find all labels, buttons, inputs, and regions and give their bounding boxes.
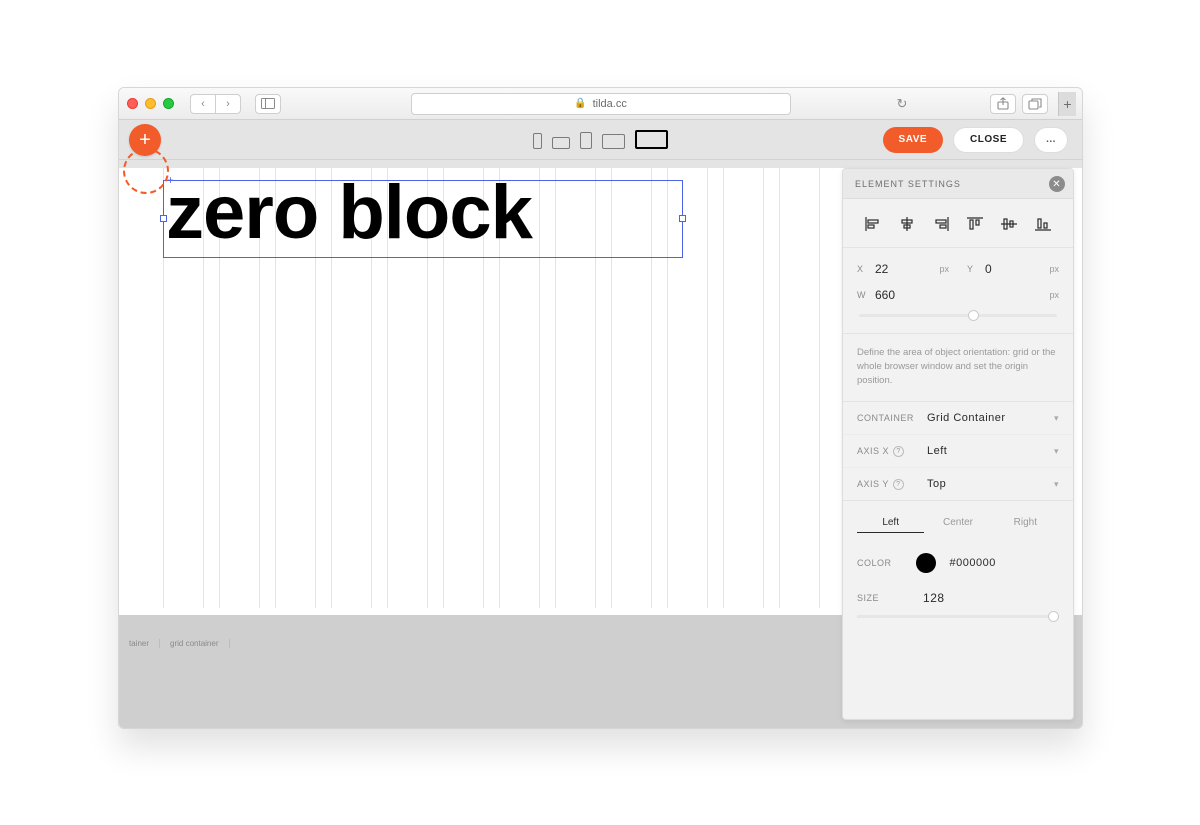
y-unit: px xyxy=(1049,264,1059,274)
x-unit: px xyxy=(939,264,949,274)
width-slider-knob[interactable] xyxy=(968,310,979,321)
new-tab-button[interactable]: + xyxy=(1058,92,1076,116)
resize-handle-left[interactable] xyxy=(160,215,167,222)
align-center-v-icon[interactable] xyxy=(999,215,1019,233)
close-button[interactable]: CLOSE xyxy=(953,127,1024,153)
x-input[interactable]: 22 xyxy=(875,262,935,276)
x-label: X xyxy=(857,264,871,274)
crosshair-icon: + xyxy=(167,173,174,187)
align-top-icon[interactable] xyxy=(965,215,985,233)
reload-button[interactable]: ↻ xyxy=(892,94,912,114)
more-button[interactable]: ... xyxy=(1034,127,1068,153)
axisx-row[interactable]: AXIS X ? Left ▾ xyxy=(843,435,1073,468)
browser-titlebar: ‹ › 🔒 tilda.cc ↻ + xyxy=(119,88,1082,120)
device-desktop-active[interactable] xyxy=(635,130,668,149)
align-center-h-icon[interactable] xyxy=(897,215,917,233)
text-content: zero block xyxy=(166,169,532,256)
w-input[interactable]: 660 xyxy=(875,288,1045,302)
y-label: Y xyxy=(967,264,981,274)
canvas[interactable]: zero block xyxy=(119,168,844,608)
share-icon[interactable] xyxy=(990,94,1016,114)
axisy-value: Top xyxy=(927,478,1054,490)
footer-label-2: grid container xyxy=(160,639,229,648)
size-slider-knob[interactable] xyxy=(1048,611,1059,622)
add-element-button[interactable]: + xyxy=(129,124,161,156)
axisx-value: Left xyxy=(927,445,1054,457)
size-value[interactable]: 128 xyxy=(923,591,945,605)
nav-forward[interactable]: › xyxy=(215,94,241,114)
size-label: SIZE xyxy=(857,593,879,603)
help-icon[interactable]: ? xyxy=(893,446,904,457)
app-toolbar: + SAVE CLOSE ... xyxy=(119,120,1082,160)
top-gray-bar xyxy=(119,160,1082,168)
color-row: COLOR #000000 xyxy=(843,545,1073,585)
window-zoom[interactable] xyxy=(163,98,174,109)
w-unit: px xyxy=(1049,290,1059,300)
tab-center[interactable]: Center xyxy=(924,513,991,533)
nav-back[interactable]: ‹ xyxy=(190,94,216,114)
traffic-lights xyxy=(127,98,174,109)
width-slider[interactable] xyxy=(859,314,1057,317)
tab-left[interactable]: Left xyxy=(857,513,924,533)
titlebar-right: + xyxy=(990,92,1076,116)
coords-section: X 22 px Y 0 px W 660 px xyxy=(843,248,1073,334)
axisx-label: AXIS X ? xyxy=(857,446,927,457)
color-swatch[interactable] xyxy=(916,553,936,573)
panel-header: ELEMENT SETTINGS ✕ xyxy=(843,169,1073,199)
url-bar[interactable]: 🔒 tilda.cc xyxy=(411,93,791,115)
browser-window: ‹ › 🔒 tilda.cc ↻ + + xyxy=(118,87,1083,729)
tab-right[interactable]: Right xyxy=(992,513,1059,533)
container-row[interactable]: CONTAINER Grid Container ▾ xyxy=(843,402,1073,435)
toolbar-actions: SAVE CLOSE ... xyxy=(883,127,1068,153)
alignment-row xyxy=(843,199,1073,248)
device-switcher xyxy=(533,130,668,149)
panel-title: ELEMENT SETTINGS xyxy=(855,179,961,189)
coord-w-row: W 660 px xyxy=(857,288,1059,302)
help-icon[interactable]: ? xyxy=(893,479,904,490)
align-tabs: Left Center Right xyxy=(843,501,1073,545)
dropdown-caret-icon: ▾ xyxy=(1054,479,1059,490)
device-laptop[interactable] xyxy=(602,134,625,149)
color-value[interactable]: #000000 xyxy=(950,557,996,569)
color-label: COLOR xyxy=(857,558,892,568)
dropdown-caret-icon: ▾ xyxy=(1054,446,1059,457)
align-bottom-icon[interactable] xyxy=(1033,215,1053,233)
url-text: tilda.cc xyxy=(593,98,627,110)
sidebar-toggle[interactable] xyxy=(255,94,281,114)
panel-close-button[interactable]: ✕ xyxy=(1049,176,1065,192)
selected-element[interactable]: zero block xyxy=(163,180,683,258)
y-input[interactable]: 0 xyxy=(985,262,1045,276)
device-phone[interactable] xyxy=(533,133,542,149)
coord-x-row: X 22 px Y 0 px xyxy=(857,262,1059,276)
axisy-row[interactable]: AXIS Y ? Top ▾ xyxy=(843,468,1073,501)
orientation-description: Define the area of object orientation: g… xyxy=(843,334,1073,402)
align-right-icon[interactable] xyxy=(931,215,951,233)
lock-icon: 🔒 xyxy=(574,98,586,109)
dropdown-caret-icon: ▾ xyxy=(1054,413,1059,424)
size-row: SIZE 128 xyxy=(843,585,1073,615)
resize-handle-right[interactable] xyxy=(679,215,686,222)
footer-label-1: tainer xyxy=(119,639,160,648)
element-settings-panel: ELEMENT SETTINGS ✕ X 22 px Y 0 px W 66 xyxy=(842,168,1074,720)
size-slider[interactable] xyxy=(857,615,1059,618)
window-minimize[interactable] xyxy=(145,98,156,109)
window-close[interactable] xyxy=(127,98,138,109)
axisy-label: AXIS Y ? xyxy=(857,479,927,490)
footer-labels: tainer grid container xyxy=(119,632,230,654)
nav-buttons: ‹ › xyxy=(190,94,241,114)
save-button[interactable]: SAVE xyxy=(883,127,944,153)
device-tablet-portrait[interactable] xyxy=(580,132,592,149)
container-label: CONTAINER xyxy=(857,413,927,423)
tabs-icon[interactable] xyxy=(1022,94,1048,114)
device-tablet-landscape[interactable] xyxy=(552,137,570,149)
w-label: W xyxy=(857,290,871,300)
container-value: Grid Container xyxy=(927,412,1054,424)
align-left-icon[interactable] xyxy=(863,215,883,233)
